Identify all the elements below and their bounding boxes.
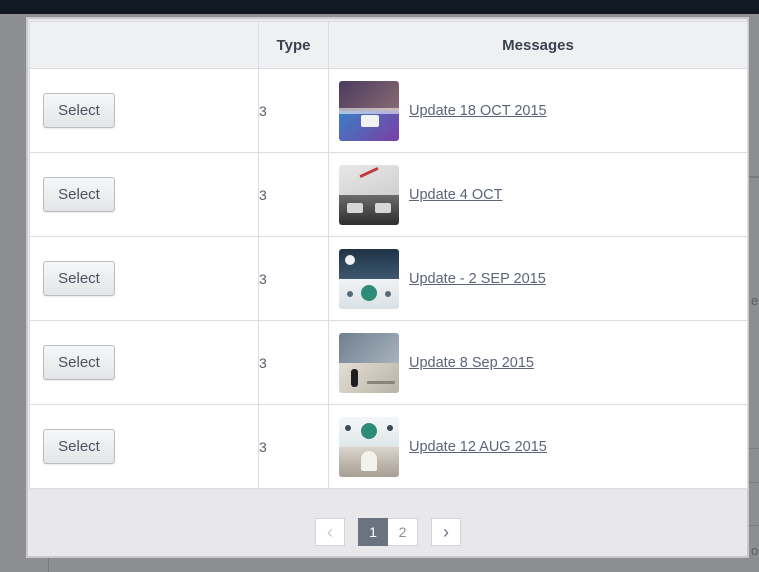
select-cell: Select — [29, 152, 259, 237]
type-cell: 3 — [258, 236, 329, 321]
message-link[interactable]: Update 8 Sep 2015 — [409, 355, 534, 371]
top-bar — [0, 0, 759, 14]
type-cell: 3 — [258, 68, 329, 153]
next-page-button[interactable]: › — [431, 518, 461, 546]
chevron-right-icon: › — [443, 522, 449, 542]
select-cell: Select — [29, 404, 259, 489]
messages-column-header: Messages — [328, 21, 748, 69]
select-cell: Select — [29, 236, 259, 321]
select-button[interactable]: Select — [43, 429, 115, 464]
type-cell: 3 — [258, 404, 329, 489]
message-link[interactable]: Update 12 AUG 2015 — [409, 439, 547, 455]
table-row: Select 3 Update 12 AUG 2015 — [29, 404, 748, 489]
message-thumbnail[interactable] — [339, 80, 399, 141]
select-cell: Select — [29, 68, 259, 153]
chevron-left-icon: ‹ — [327, 522, 333, 542]
table-header-row: Type Messages — [29, 21, 748, 69]
pagination: ‹ 1 2 › — [315, 518, 461, 546]
background-text: e — [751, 293, 759, 308]
select-button[interactable]: Select — [43, 177, 115, 212]
select-button[interactable]: Select — [43, 93, 115, 128]
select-column-header — [29, 21, 259, 69]
background-divider — [749, 448, 759, 449]
type-cell: 3 — [258, 320, 329, 405]
background-divider — [749, 176, 759, 178]
messages-modal: Type Messages Select 3 Update 18 OCT 201… — [26, 17, 749, 558]
message-cell: Update 4 OCT — [328, 152, 748, 237]
table-row: Select 3 Update 4 OCT — [29, 152, 748, 237]
message-thumbnail[interactable] — [339, 164, 399, 225]
table-row: Select 3 Update - 2 SEP 2015 — [29, 236, 748, 321]
message-link[interactable]: Update 4 OCT — [409, 187, 503, 203]
prev-page-button[interactable]: ‹ — [315, 518, 345, 546]
message-link[interactable]: Update - 2 SEP 2015 — [409, 271, 546, 287]
message-thumbnail[interactable] — [339, 248, 399, 309]
select-cell: Select — [29, 320, 259, 405]
messages-table: Type Messages Select 3 Update 18 OCT 201… — [29, 21, 748, 489]
type-column-header: Type — [258, 21, 329, 69]
message-cell: Update - 2 SEP 2015 — [328, 236, 748, 321]
background-text: o — [751, 543, 759, 558]
message-cell: Update 8 Sep 2015 — [328, 320, 748, 405]
message-thumbnail[interactable] — [339, 332, 399, 393]
background-divider — [749, 525, 759, 526]
page-button-1[interactable]: 1 — [358, 518, 388, 546]
table-row: Select 3 Update 8 Sep 2015 — [29, 320, 748, 405]
background-divider — [749, 482, 759, 483]
type-cell: 3 — [258, 152, 329, 237]
message-cell: Update 12 AUG 2015 — [328, 404, 748, 489]
message-cell: Update 18 OCT 2015 — [328, 68, 748, 153]
message-link[interactable]: Update 18 OCT 2015 — [409, 103, 547, 119]
page-button-2[interactable]: 2 — [388, 518, 418, 546]
message-thumbnail[interactable] — [339, 416, 399, 477]
select-button[interactable]: Select — [43, 261, 115, 296]
table-row: Select 3 Update 18 OCT 2015 — [29, 68, 748, 153]
background-divider — [48, 558, 49, 572]
select-button[interactable]: Select — [43, 345, 115, 380]
